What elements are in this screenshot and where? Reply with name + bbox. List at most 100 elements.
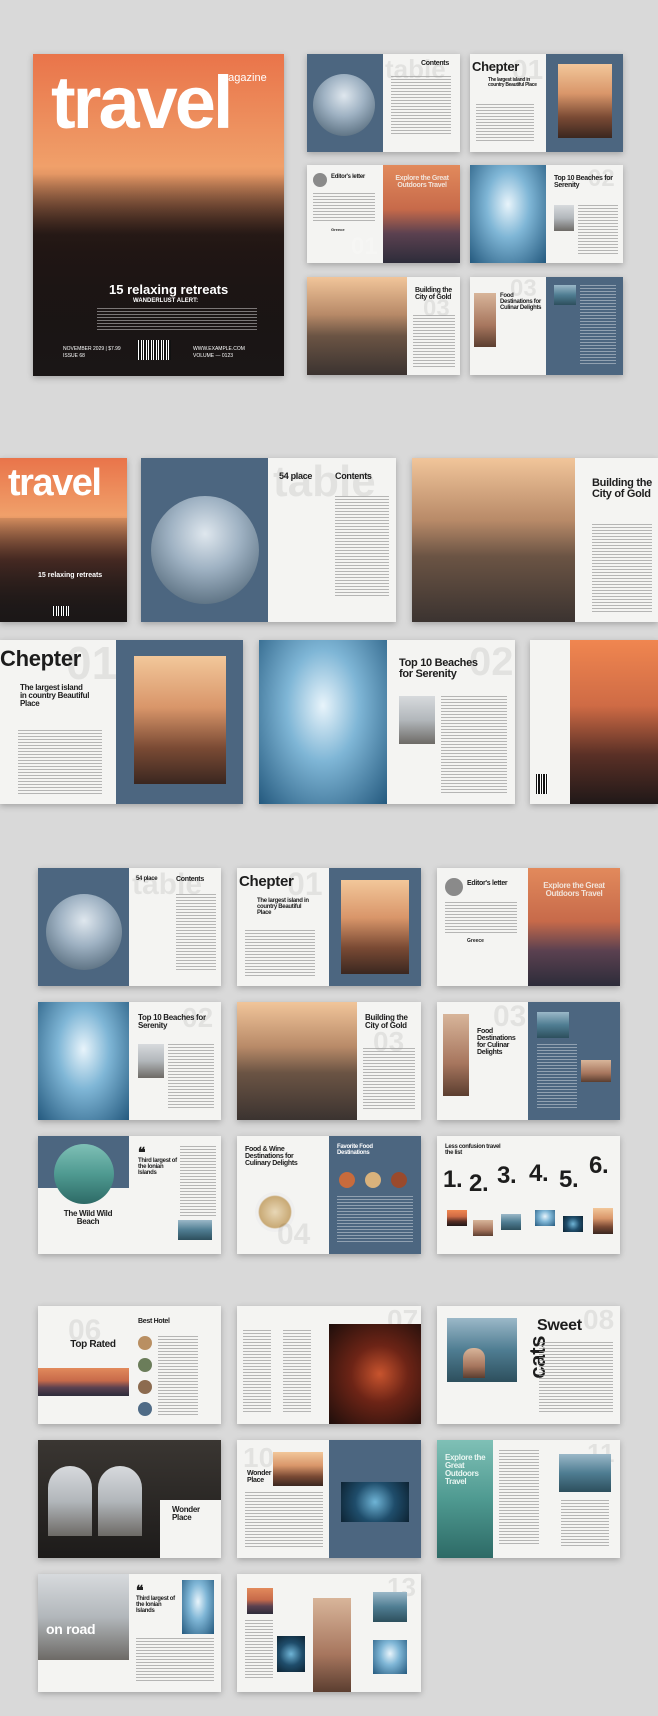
grid-editor-greece: Greece [467, 938, 484, 944]
chapter-title: Chepter [472, 59, 520, 74]
food-small-image [554, 285, 576, 305]
cover-page: travel magazine 15 relaxing retreats WAN… [33, 54, 284, 376]
beaches-title: Top 10 Beaches for Serenity [554, 175, 613, 190]
grid-menu-image [329, 1324, 421, 1424]
grid-onroad-image [38, 1574, 129, 1660]
grid-list-title: Less confusion travel the list [445, 1144, 501, 1157]
grid-toprated-list [158, 1336, 198, 1416]
gold-image [307, 277, 407, 375]
grid-wonder2-body [245, 1492, 323, 1548]
grid-last-img2 [277, 1636, 305, 1672]
grid-last-img4 [373, 1640, 407, 1674]
grid-wine-body [337, 1196, 413, 1244]
grid-wildbeach-ionian: Third largest of the Ionian Islands [138, 1158, 177, 1177]
beaches-image [470, 165, 546, 263]
grid-wine-title: Food & Wine Destinations for Culinary De… [245, 1146, 298, 1168]
grid-contents-page: 54 place [136, 876, 158, 882]
grid-contents-title: Contents [176, 876, 204, 883]
grid-list-img4 [535, 1210, 555, 1226]
cover-tag: magazine [219, 72, 267, 84]
cover-body-text [97, 308, 257, 330]
hotel-dot2 [138, 1358, 152, 1372]
explore-title: Explore the Great Outdoors Travel [395, 175, 449, 190]
grid-food-title: Food Destinations for Culinar Delights [477, 1028, 516, 1057]
grid-explore-body2 [561, 1500, 609, 1548]
grid-wildbeach: The Wild Wild Beach ❝ Third largest of t… [38, 1136, 221, 1254]
hotel-dot1 [138, 1336, 152, 1350]
chapter-body [476, 104, 534, 142]
hotel-dot4 [138, 1402, 152, 1416]
cover-small-barcode [52, 606, 70, 616]
grid-wonder: Wonder Place [38, 1440, 221, 1558]
grid-onroad-title: on road [46, 1621, 96, 1637]
grid-list-img5 [563, 1216, 583, 1232]
grid-chapter-sub: The largest island in country Beautiful … [257, 898, 309, 917]
food-image [474, 293, 496, 347]
grid-wonder2-ghost: 10 [243, 1442, 275, 1473]
editor-title: Editor's letter [331, 174, 365, 180]
cover-small-brand: travel [8, 462, 102, 504]
spread-chapter-large: 01 Chepter The largest island in country… [0, 640, 243, 804]
grid-sweet-person [463, 1348, 485, 1378]
grid-onroad-img2 [182, 1580, 214, 1634]
grid-contents: table 54 place Contents [38, 868, 221, 986]
cover-vol: VOLUME — 0123 [193, 353, 234, 359]
grid-wonder-arch2 [98, 1466, 142, 1536]
grid-chapter-title: Chepter [239, 873, 294, 890]
grid-contents-list [176, 894, 216, 970]
gold-large-title: Building the City of Gold [592, 477, 652, 501]
spread-gold-large: Building the City of Gold [412, 458, 658, 622]
cover-issue2: ISSUE 68 [63, 353, 85, 359]
grid-contents-circle [46, 894, 122, 970]
ghost-num-food: 03 [510, 277, 537, 302]
grid-list-img3 [501, 1214, 521, 1230]
grid-editor-body [445, 902, 517, 934]
grid-gold-body [363, 1048, 415, 1110]
grid-wine-ghost: 04 [277, 1218, 311, 1251]
gold-large-image [412, 458, 575, 622]
chapter-large-image [134, 656, 226, 784]
ghost-num-editor: 01 [351, 233, 378, 260]
grid-food-small2 [581, 1060, 611, 1082]
num-1: 1. [443, 1166, 463, 1193]
grid-toprated-image [38, 1368, 129, 1396]
grid-wonder-arch [48, 1466, 92, 1536]
gold-title: Building the City of Gold [415, 287, 452, 302]
chapter-sub: The largest island in country Beautiful … [488, 77, 537, 89]
grid-gold: 03 Building the City of Gold [237, 1002, 421, 1120]
grid-wonder-title: Wonder Place [172, 1505, 200, 1523]
contents-large-list [335, 496, 389, 596]
cover-sub: WANDERLUST ALERT: [133, 298, 199, 304]
backcover-barcode [536, 774, 548, 794]
grid-onroad-body [136, 1638, 214, 1682]
grid-list-img2 [473, 1220, 493, 1236]
grid-food-body [537, 1044, 577, 1110]
grid-chapter: 01 Chepter The largest island in country… [237, 868, 421, 986]
grid-onroad-ionian: Third largest of the Ionian Islands [136, 1596, 175, 1615]
food-body [580, 285, 616, 365]
grid-explore-img [559, 1454, 611, 1492]
beaches-large-image [259, 640, 387, 804]
grid-editor-explore: Explore the Great Outdoors Travel [543, 881, 605, 899]
grid-wine-dot3 [391, 1172, 407, 1188]
cover-web: WWW.EXAMPLE.COM [193, 346, 245, 352]
spread-gold-thumb: 03 Building the City of Gold [307, 277, 460, 375]
grid-explore: Explore the Great Outdoors Travel 11 [437, 1440, 620, 1558]
grid-beaches-body [168, 1044, 214, 1110]
beaches-small-image [554, 205, 574, 231]
grid-beaches-title: Top 10 Beaches for Serenity [138, 1013, 206, 1031]
spread-chapter-thumb: 01 Chepter The largest island in country… [470, 54, 623, 152]
grid-beaches-image [38, 1002, 129, 1120]
grid-last-img3 [373, 1592, 407, 1622]
grid-explore-title: Explore the Great Outdoors Travel [445, 1453, 486, 1487]
grid-wonder2: 10 Wonder Place [237, 1440, 421, 1558]
gold-body [413, 315, 455, 367]
num-6: 6. [589, 1152, 609, 1179]
grid-gold-title: Building the City of Gold [365, 1013, 408, 1031]
grid-beaches: 02 Top 10 Beaches for Serenity [38, 1002, 221, 1120]
grid-onroad: on road ❝ Third largest of the Ionian Is… [38, 1574, 221, 1692]
grid-wonder2-night [341, 1482, 409, 1522]
gold-large-body [592, 524, 652, 612]
num-4: 4. [529, 1160, 549, 1187]
cover-issue: NOVEMBER 2029 | $7.99 [63, 346, 121, 352]
